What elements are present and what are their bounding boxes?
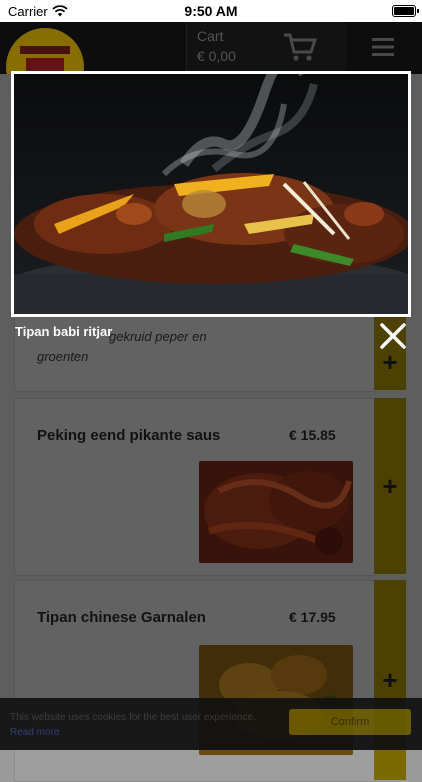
wifi-icon xyxy=(52,5,68,17)
sizzling-pork-image xyxy=(14,74,408,314)
modal-dish-image xyxy=(11,71,411,317)
status-left: Carrier xyxy=(0,4,68,19)
cookie-confirm-button[interactable]: Confirm xyxy=(289,709,411,735)
cookie-text-block: This website uses cookies for the best u… xyxy=(10,710,280,740)
cookie-banner: This website uses cookies for the best u… xyxy=(0,698,422,750)
cookie-message: This website uses cookies for the best u… xyxy=(10,712,256,723)
status-bar: Carrier 9:50 AM xyxy=(0,0,422,22)
status-right xyxy=(392,5,422,17)
cookie-read-more-link[interactable]: Read more xyxy=(10,727,59,738)
modal-title: Tipan babi ritjar xyxy=(15,324,113,339)
close-icon[interactable] xyxy=(379,322,407,350)
battery-icon xyxy=(392,5,419,17)
carrier-label: Carrier xyxy=(8,3,48,19)
